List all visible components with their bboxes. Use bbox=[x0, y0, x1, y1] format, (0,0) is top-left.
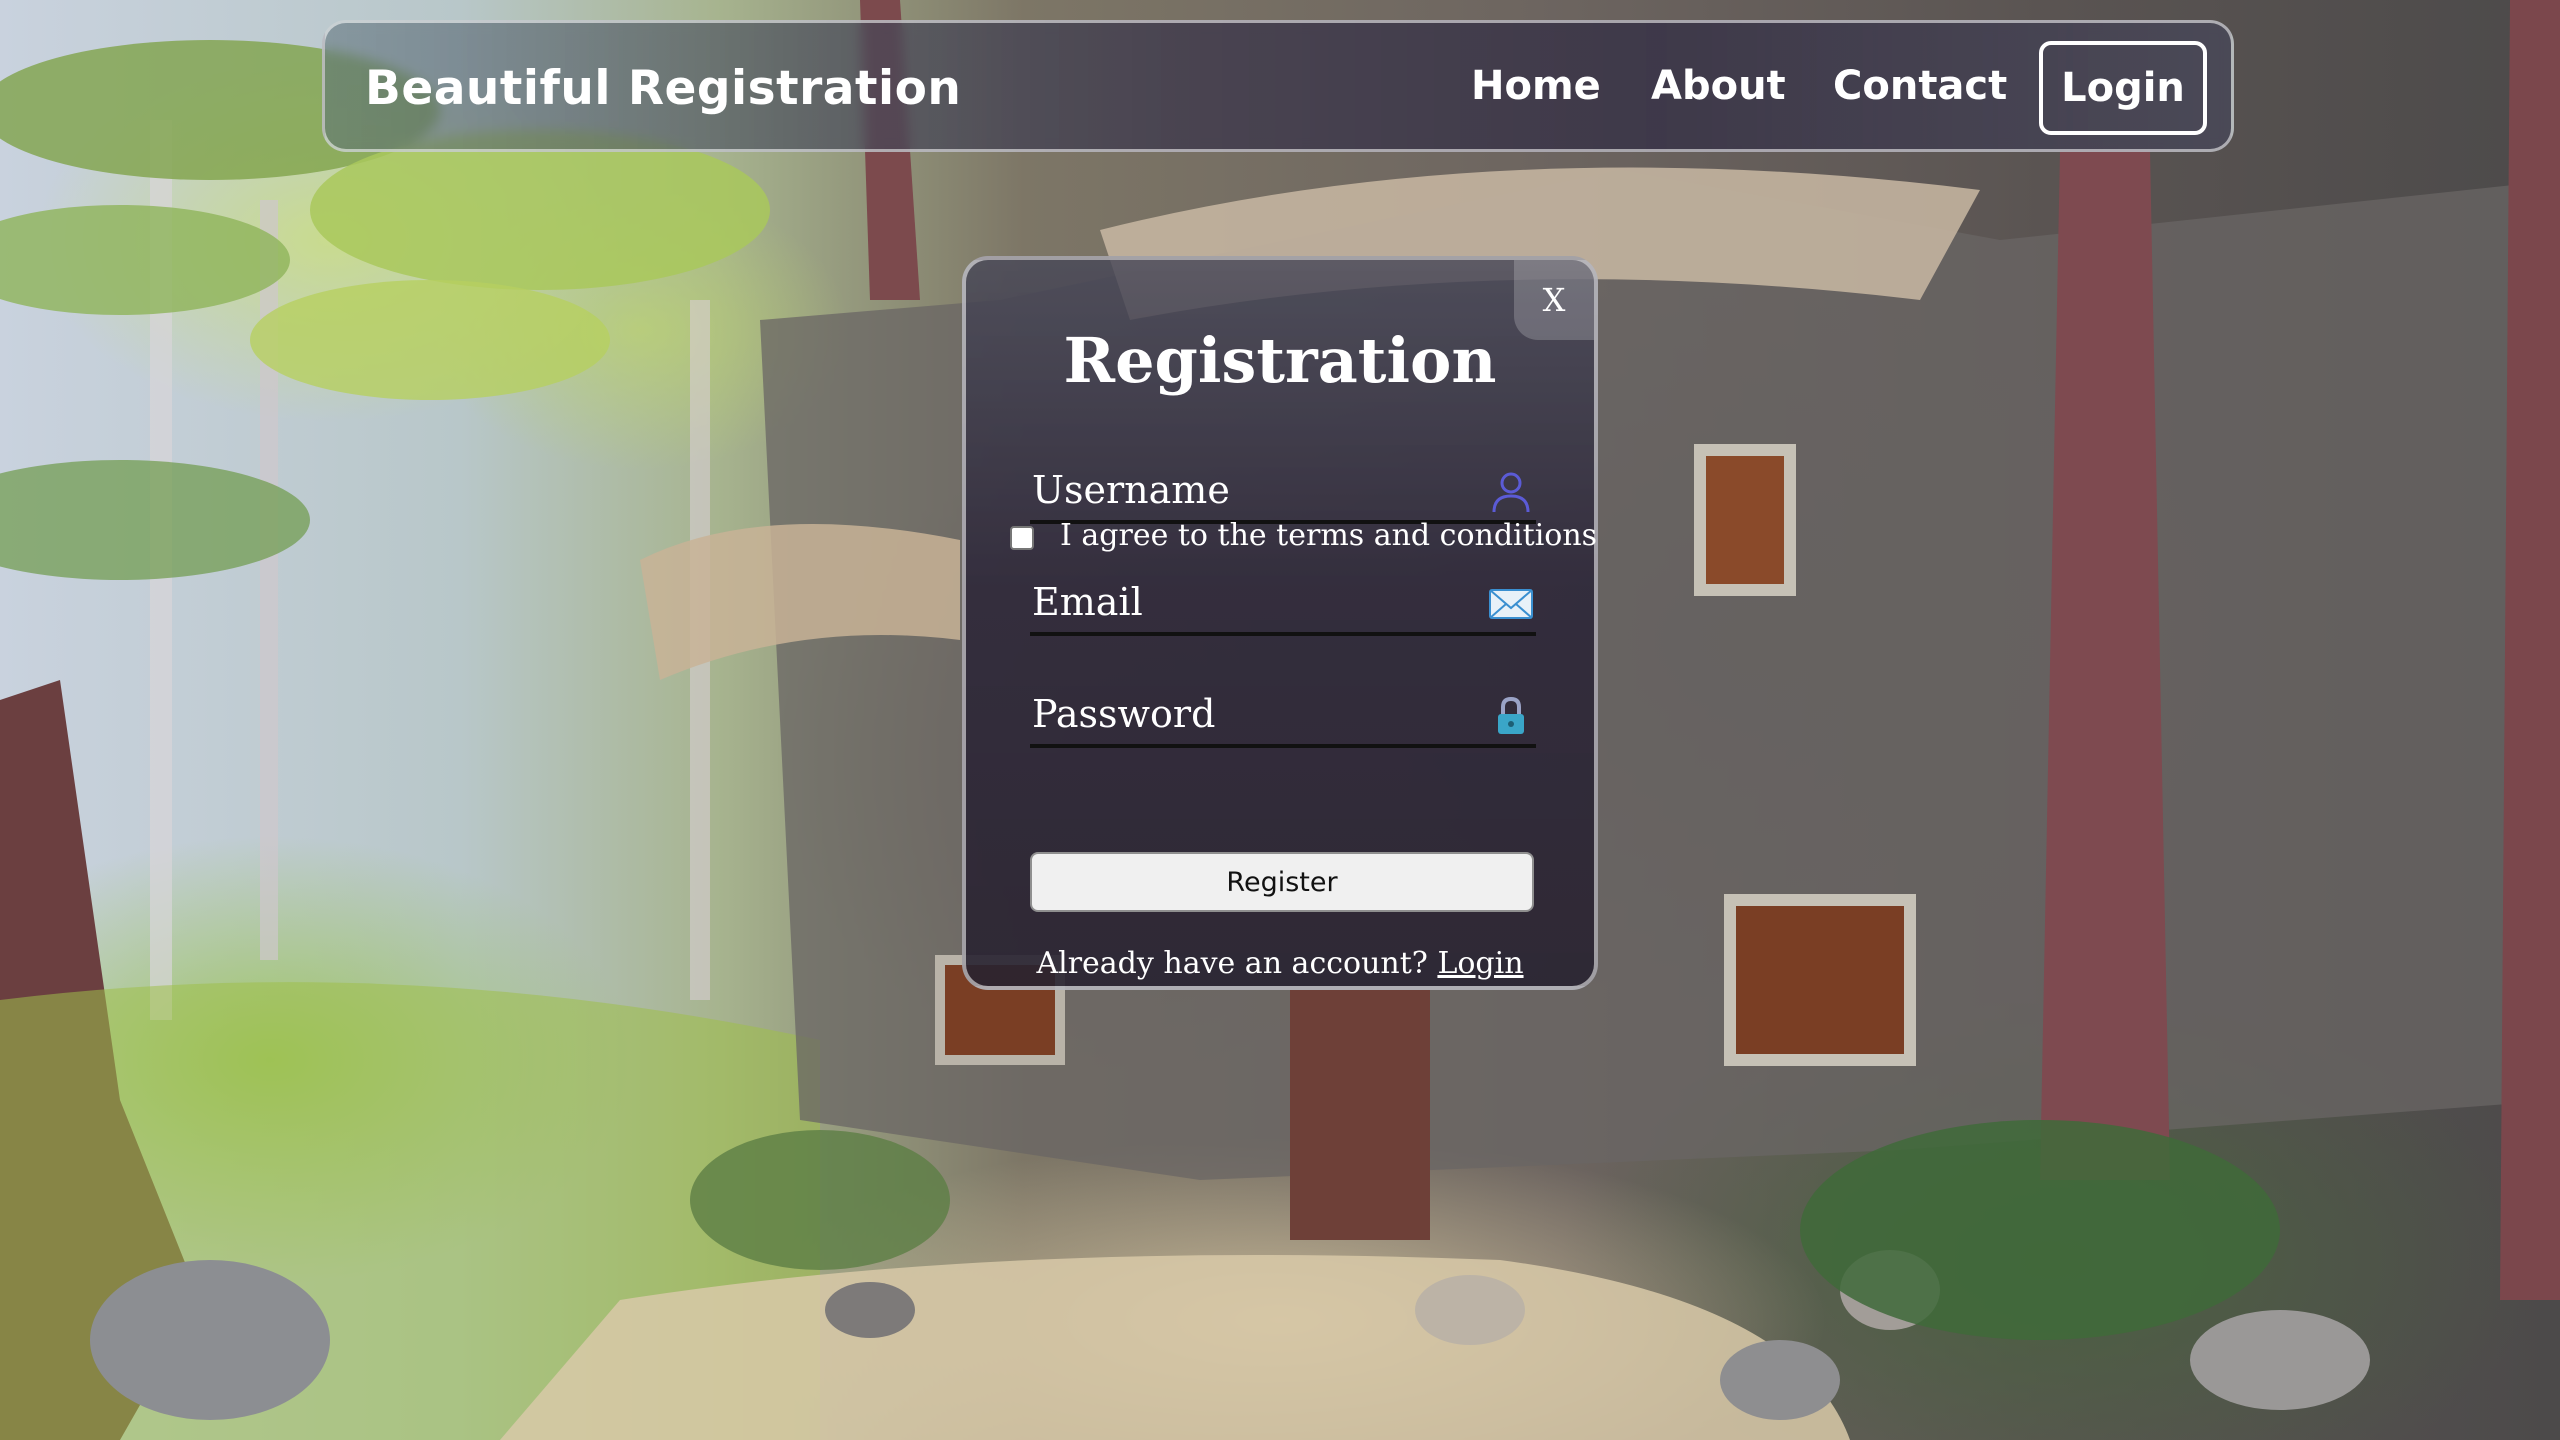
nav-link-about[interactable]: About bbox=[1651, 63, 1786, 109]
login-prompt: Already have an account? Login bbox=[966, 946, 1594, 981]
terms-label: I agree to the terms and conditions bbox=[1060, 518, 1598, 553]
lock-icon bbox=[1498, 696, 1524, 734]
person-icon bbox=[1492, 472, 1530, 513]
navbar: Beautiful Registration Home About Contac… bbox=[322, 20, 2234, 152]
nav-link-home[interactable]: Home bbox=[1471, 63, 1601, 109]
registration-modal: X Registration Username Email Password R… bbox=[962, 256, 1598, 990]
password-input[interactable] bbox=[1030, 684, 1540, 746]
nav-link-contact[interactable]: Contact bbox=[1833, 63, 2007, 109]
email-field[interactable]: Email bbox=[1030, 572, 1540, 636]
username-field[interactable]: Username bbox=[1030, 460, 1540, 524]
username-input[interactable] bbox=[1030, 460, 1540, 522]
login-link[interactable]: Login bbox=[1437, 946, 1523, 981]
nav-login-button[interactable]: Login bbox=[2039, 41, 2207, 135]
terms-checkbox[interactable] bbox=[1010, 526, 1034, 550]
envelope-icon bbox=[1489, 589, 1533, 619]
register-button[interactable]: Register bbox=[1030, 852, 1534, 912]
email-input[interactable] bbox=[1030, 572, 1540, 634]
brand-logo[interactable]: Beautiful Registration bbox=[365, 61, 961, 116]
modal-title: Registration bbox=[1063, 324, 1497, 397]
password-field[interactable]: Password bbox=[1030, 684, 1540, 748]
login-prompt-text: Already have an account? bbox=[1036, 946, 1428, 981]
